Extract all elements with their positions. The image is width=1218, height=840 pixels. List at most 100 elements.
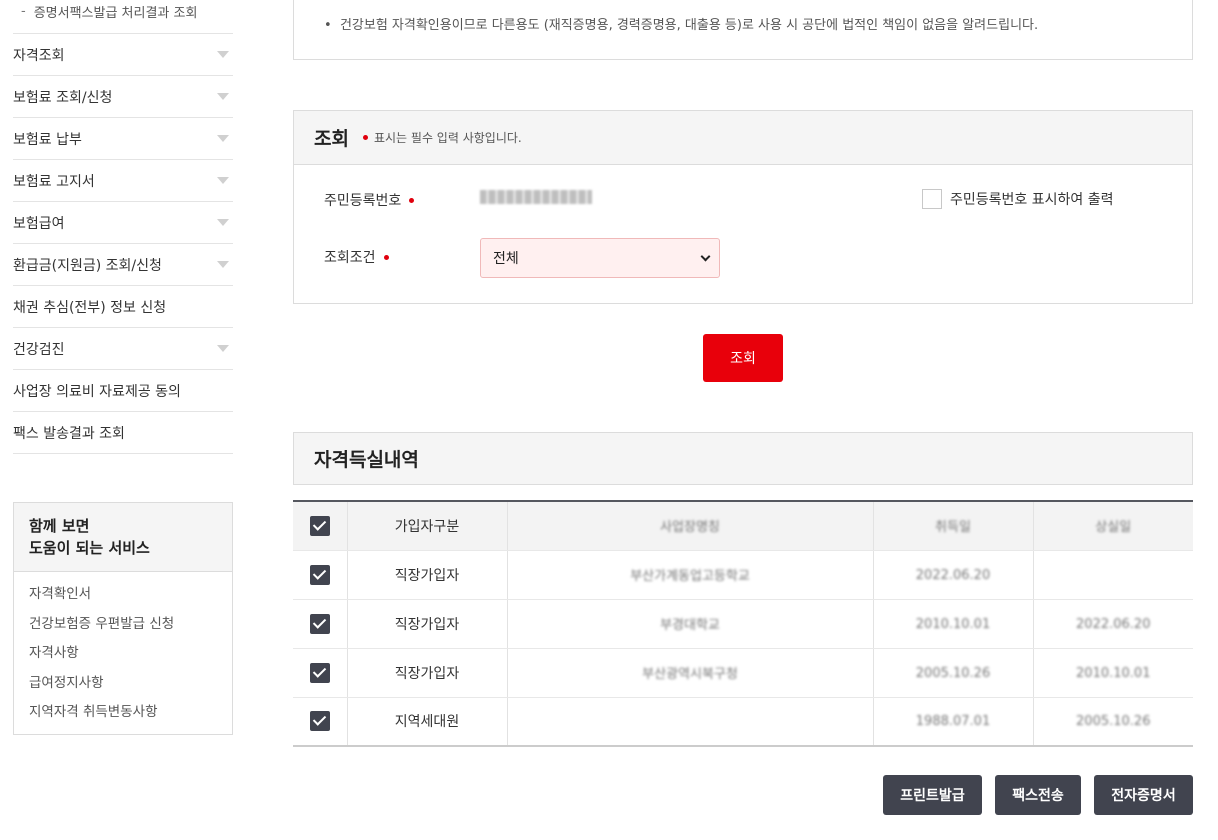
related-link-card-mail[interactable]: 건강보험증 우편발급 신청 <box>29 610 217 640</box>
related-services-box: 함께 보면 도움이 되는 서비스 자격확인서 건강보험증 우편발급 신청 자격사… <box>13 502 233 735</box>
sidebar-item-qualification[interactable]: 자격조회 <box>13 34 233 76</box>
cell-type: 직장가입자 <box>347 550 508 600</box>
table-row: 직장가입자 부산광역시북구청 2005.10.26 2010.10.01 <box>293 648 1193 698</box>
cell-acquired-text: 2010.10.01 <box>915 616 991 632</box>
related-link-benefit-suspension[interactable]: 급여정지사항 <box>29 669 217 699</box>
cell-workplace: 부산광역시북구청 <box>507 648 874 698</box>
related-link-qualification-cert[interactable]: 자격확인서 <box>29 580 217 610</box>
search-title: 조회 <box>314 128 349 150</box>
cell-type: 지역세대원 <box>347 697 508 747</box>
cell-acquired: 2022.06.20 <box>873 550 1034 600</box>
sidebar-item-refund[interactable]: 환급금(지원금) 조회/신청 <box>13 244 233 286</box>
sidebar-item-debt-collection[interactable]: 채권 추심(전부) 정보 신청 <box>13 286 233 328</box>
sidebar-item-label: 보험료 납부 <box>13 131 82 148</box>
cell-lost: 2010.10.01 <box>1033 648 1193 698</box>
cell-acquired-text: 2022.06.20 <box>915 567 991 583</box>
sidebar-item-benefits[interactable]: 보험급여 <box>13 202 233 244</box>
related-title-line2: 도움이 되는 서비스 <box>29 539 150 557</box>
select-all-checkbox[interactable] <box>309 515 330 536</box>
sidebar-item-label: 보험료 조회/신청 <box>13 89 113 106</box>
sidebar-item-medical-consent[interactable]: 사업장 의료비 자료제공 동의 <box>13 370 233 412</box>
rrn-label: 주민등록번호 <box>324 190 420 210</box>
dash-icon: - <box>21 4 26 19</box>
condition-label-text: 조회조건 <box>324 250 376 266</box>
row-checkbox[interactable] <box>309 564 330 585</box>
cell-lost-text: 2010.10.01 <box>1076 665 1151 681</box>
chevron-down-icon <box>217 261 229 268</box>
sidebar-item-label: 팩스 발송결과 조회 <box>13 425 125 442</box>
sidebar-item-label: 채권 추심(전부) 정보 신청 <box>13 299 167 316</box>
sidebar-item-label: 사업장 의료비 자료제공 동의 <box>13 383 181 400</box>
row-select-cell <box>293 697 348 747</box>
cell-acquired: 2010.10.01 <box>873 599 1034 649</box>
table-header-row: 가입자구분 사업장명칭 취득일 상실일 <box>293 501 1193 551</box>
cell-workplace <box>507 697 874 747</box>
fax-send-button[interactable]: 팩스전송 <box>995 775 1081 815</box>
rrn-label-text: 주민등록번호 <box>324 193 402 209</box>
e-certificate-button[interactable]: 전자증명서 <box>1094 775 1193 815</box>
cell-workplace-text: 부경대학교 <box>660 618 720 633</box>
column-header-workplace-text: 사업장명칭 <box>660 520 720 536</box>
history-title: 자격득실내역 <box>293 432 1193 485</box>
row-select-cell <box>293 599 348 649</box>
sidebar: - 증명서팩스발급 처리결과 조회 자격조회 보험료 조회/신청 보험료 납부 … <box>13 0 233 454</box>
related-link-qualification[interactable]: 자격사항 <box>29 639 217 669</box>
column-header-acquired: 취득일 <box>873 501 1034 551</box>
sidebar-item-premium-inquiry[interactable]: 보험료 조회/신청 <box>13 76 233 118</box>
search-button[interactable]: 조회 <box>703 334 783 382</box>
related-services-list: 자격확인서 건강보험증 우편발급 신청 자격사항 급여정지사항 지역자격 취득변… <box>14 572 232 734</box>
required-dot-icon <box>383 254 389 260</box>
related-link-regional-change[interactable]: 지역자격 취득변동사항 <box>29 698 217 728</box>
column-header-type: 가입자구분 <box>347 501 508 551</box>
cell-acquired-text: 2005.10.26 <box>915 665 991 681</box>
sidebar-item-label: 건강검진 <box>13 341 65 358</box>
cell-type: 직장가입자 <box>347 648 508 698</box>
sidebar-item-label: 환급금(지원금) 조회/신청 <box>13 257 162 274</box>
table-row: 직장가입자 부산가계동업고등학교 2022.06.20 <box>293 550 1193 600</box>
row-checkbox[interactable] <box>309 613 330 634</box>
cell-lost: 2022.06.20 <box>1033 599 1193 649</box>
row-select-cell <box>293 648 348 698</box>
sidebar-item-fax-result[interactable]: 팩스 발송결과 조회 <box>13 412 233 454</box>
cell-lost: 2005.10.26 <box>1033 697 1193 747</box>
column-header-acquired-text: 취득일 <box>935 520 971 536</box>
notice-bullet: • 건강보험 자격확인용이므로 다른용도 (재직증명용, 경력증명용, 대출용 … <box>324 18 1039 33</box>
print-issue-button[interactable]: 프린트발급 <box>883 775 982 815</box>
sidebar-item-premium-notice[interactable]: 보험료 고지서 <box>13 160 233 202</box>
condition-label: 조회조건 <box>324 247 395 267</box>
table-row: 지역세대원 1988.07.01 2005.10.26 <box>293 697 1193 747</box>
table-row: 직장가입자 부경대학교 2010.10.01 2022.06.20 <box>293 599 1193 649</box>
cell-workplace-text: 부산광역시북구청 <box>642 667 738 682</box>
sidebar-sub-item-fax-result[interactable]: - 증명서팩스발급 처리결과 조회 <box>13 0 233 34</box>
show-rrn-option[interactable]: 주민등록번호 표시하여 출력 <box>922 189 1113 209</box>
show-rrn-label: 주민등록번호 표시하여 출력 <box>950 192 1114 208</box>
sidebar-item-premium-payment[interactable]: 보험료 납부 <box>13 118 233 160</box>
select-all-cell <box>293 501 348 551</box>
notice-box: • 건강보험 자격확인용이므로 다른용도 (재직증명용, 경력증명용, 대출용 … <box>293 0 1193 60</box>
rrn-value-masked <box>480 190 592 204</box>
column-header-lost: 상실일 <box>1033 501 1193 551</box>
cell-lost-text: 2022.06.20 <box>1076 616 1151 632</box>
row-checkbox[interactable] <box>309 711 330 732</box>
column-header-workplace: 사업장명칭 <box>507 501 874 551</box>
cell-acquired: 1988.07.01 <box>873 697 1034 747</box>
row-checkbox[interactable] <box>309 662 330 683</box>
cell-acquired: 2005.10.26 <box>873 648 1034 698</box>
condition-select[interactable]: 전체 <box>480 238 720 278</box>
sidebar-item-label: 보험료 고지서 <box>13 173 95 190</box>
condition-select-value: 전체 <box>493 251 519 267</box>
column-header-lost-text: 상실일 <box>1095 520 1132 536</box>
history-table: 가입자구분 사업장명칭 취득일 상실일 직장가입자 부산가계동업고등학교 202… <box>293 500 1193 747</box>
chevron-down-icon <box>217 135 229 142</box>
search-panel: 조회 표시는 필수 입력 사항입니다. 주민등록번호 주민등록번호 표시하여 출… <box>293 110 1193 304</box>
chevron-down-icon <box>217 177 229 184</box>
cell-workplace: 부경대학교 <box>507 599 874 649</box>
cell-workplace: 부산가계동업고등학교 <box>507 550 874 600</box>
chevron-down-icon <box>700 251 711 261</box>
related-title-line1: 함께 보면 <box>29 517 90 535</box>
cell-type: 직장가입자 <box>347 599 508 649</box>
chevron-down-icon <box>217 93 229 100</box>
related-services-title: 함께 보면 도움이 되는 서비스 <box>14 503 232 572</box>
sidebar-item-health-checkup[interactable]: 건강검진 <box>13 328 233 370</box>
show-rrn-checkbox[interactable] <box>922 189 942 209</box>
